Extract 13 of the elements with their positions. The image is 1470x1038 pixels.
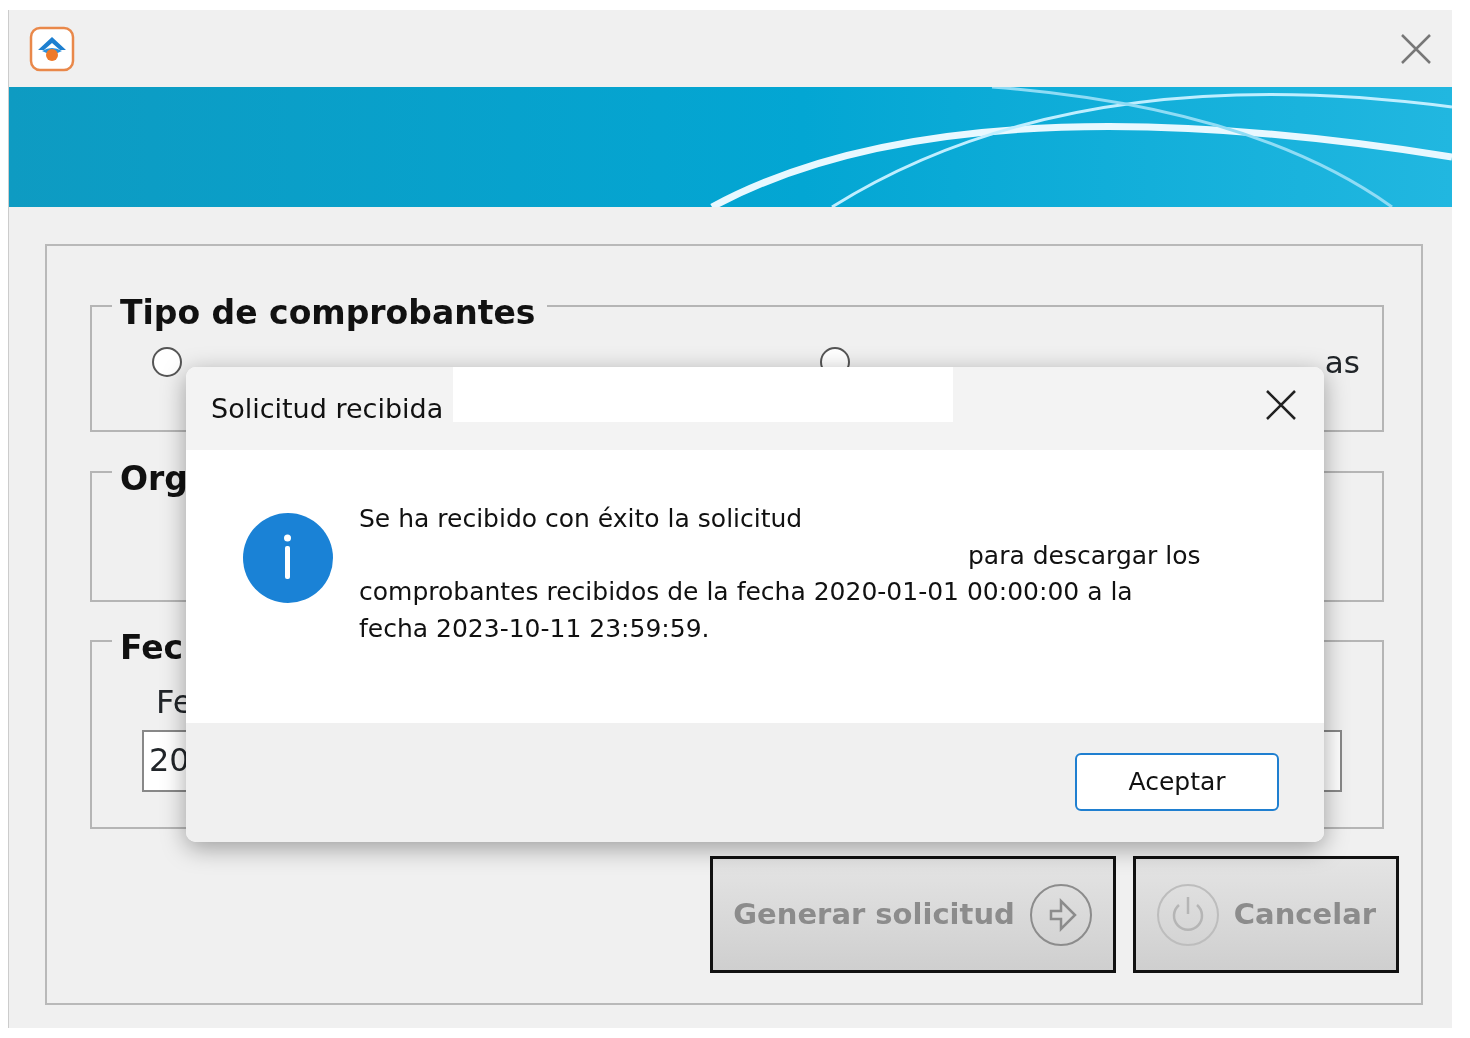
close-icon[interactable] (1265, 389, 1297, 421)
message-text: para descargar los (967, 539, 1201, 572)
radio-label: as (1324, 343, 1360, 382)
arrow-circle-icon (1028, 882, 1093, 947)
power-icon (1155, 882, 1220, 947)
info-icon (243, 513, 333, 603)
ok-button[interactable]: Aceptar (1075, 753, 1279, 811)
dialog-title: Solicitud recibida (211, 392, 444, 426)
message-text: Se ha recibido con éxito la solicitud (359, 503, 804, 535)
message-text: comprobantes recibidos de la fecha 2020-01-01 00:00:00 a la (359, 576, 1134, 608)
app-logo-icon (29, 25, 75, 72)
radio-button[interactable] (152, 347, 182, 378)
message-text: fecha 2023-10-11 23:59:59. (359, 612, 711, 645)
